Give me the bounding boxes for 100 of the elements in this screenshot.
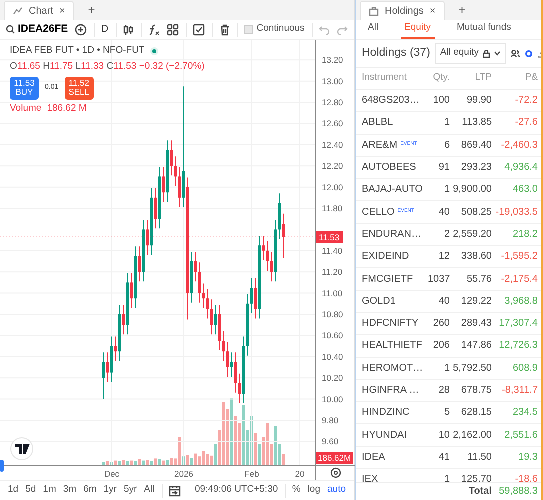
ltp-cell-text: 125.70 xyxy=(460,473,492,482)
search-icon xyxy=(6,25,15,34)
segment-tab[interactable]: All xyxy=(364,20,383,39)
instrument-name: EXIDEIND xyxy=(362,250,410,264)
instrument-name: ENDURAN… xyxy=(362,228,422,242)
qty-cell-text: 41 xyxy=(438,450,450,465)
circle-icon[interactable] xyxy=(524,50,533,58)
briefcase-icon xyxy=(369,6,379,16)
range-button[interactable]: 1m xyxy=(43,483,56,498)
calendar-icon[interactable] xyxy=(168,484,181,496)
price-label: 12.60 xyxy=(322,118,344,129)
price-label: 12.80 xyxy=(322,98,344,108)
qty-cell-text: 28 xyxy=(438,384,450,398)
date-label: 20 xyxy=(295,469,305,479)
pnl-cell-text: 12,726.3 xyxy=(498,339,538,354)
scale-toggle[interactable]: auto xyxy=(328,483,346,498)
range-button[interactable]: 5yr xyxy=(124,483,138,498)
ltp-cell-text: 113.85 xyxy=(461,116,492,130)
price-label: 12.20 xyxy=(322,161,344,172)
equity-filter-dropdown[interactable]: All equity xyxy=(435,43,506,64)
ltp-cell-text: 11.50 xyxy=(466,450,492,465)
column-header: Instrument xyxy=(362,71,408,86)
price-label: 10.80 xyxy=(322,310,344,320)
tab-title[interactable]: Chart xyxy=(29,4,54,18)
add-tab-button[interactable]: + xyxy=(88,1,96,19)
trash-icon[interactable] xyxy=(220,24,230,36)
add-tab-button[interactable]: + xyxy=(458,1,466,19)
ohlc-values: O11.65 H11.75 L11.33 C11.53 −0.32 (−2.70%) xyxy=(10,60,205,74)
price-label: 11.20 xyxy=(322,267,343,278)
layout-icon[interactable] xyxy=(167,24,180,36)
qty-cell-text: 1 xyxy=(443,116,450,130)
segment-tab[interactable]: Mutual funds xyxy=(452,20,516,39)
price-label: 11.00 xyxy=(322,288,343,298)
close-icon[interactable]: × xyxy=(430,4,436,18)
pnl-cell-text: -72.2 xyxy=(514,94,538,108)
qty-cell-text: 1 xyxy=(443,473,450,482)
date-label: Feb xyxy=(244,469,260,479)
ltp-cell-text: 338.60 xyxy=(460,250,492,264)
people-icon[interactable] xyxy=(510,50,520,58)
instrument-name: FMCGIETF xyxy=(362,272,414,287)
range-button[interactable]: 1d xyxy=(8,483,19,498)
instrument-name: HGINFRA … xyxy=(362,384,420,398)
price-label: 10.40 xyxy=(322,352,344,362)
range-button[interactable]: 1yr xyxy=(104,483,117,498)
qty-cell-text: 2 xyxy=(443,228,450,242)
continuous-checkbox[interactable]: Continuous xyxy=(244,22,305,37)
pnl-cell-text: 234.5 xyxy=(512,406,538,420)
price-label: 11.40 xyxy=(322,246,343,256)
candles-icon[interactable] xyxy=(122,24,134,36)
pnl-cell-text: 3,968.8 xyxy=(504,294,538,309)
pnl-cell-text: 17,307.4 xyxy=(498,317,538,332)
checkbox-icon[interactable] xyxy=(193,24,206,36)
add-symbol-icon[interactable] xyxy=(75,24,88,36)
scale-toggle[interactable]: % xyxy=(292,483,301,498)
price-badge: 11.53 xyxy=(316,231,343,244)
qty-cell-text: 260 xyxy=(432,317,450,332)
pnl-cell-text: 463.0 xyxy=(512,183,538,198)
price-label: 11.80 xyxy=(322,204,343,214)
range-button[interactable]: 3m xyxy=(63,483,77,498)
pnl-cell-text: -18.6 xyxy=(514,473,538,482)
ltp-cell-text: 129.22 xyxy=(460,294,492,309)
pnl-cell-text: -19,033.5 xyxy=(494,206,538,220)
range-button[interactable]: 5d xyxy=(26,483,36,498)
clock-time: 09:49:06 UTC+5:30 xyxy=(194,483,278,498)
symbol-search[interactable]: IDEA26FE xyxy=(6,22,68,38)
close-icon[interactable]: × xyxy=(59,4,66,18)
date-label: Dec xyxy=(104,469,120,479)
qty-cell-text: 10 xyxy=(438,428,450,443)
pnl-cell-text: -2,175.4 xyxy=(500,272,538,287)
scale-toggle[interactable]: log xyxy=(308,483,320,498)
qty-cell-text: 6 xyxy=(443,138,450,153)
ltp-cell-text: 55.76 xyxy=(466,272,492,287)
tab[interactable]: Holdings × xyxy=(360,1,445,20)
qty-cell-text: 40 xyxy=(438,294,450,309)
holdings-title: Holdings (37) xyxy=(362,46,430,61)
range-button[interactable]: All xyxy=(144,483,155,498)
function-icon[interactable] xyxy=(148,24,160,36)
price-label: 10.00 xyxy=(322,394,344,404)
pnl-cell-text: -1,595.2 xyxy=(500,250,538,264)
instrument-name: IDEA xyxy=(362,450,386,465)
ltp-cell-text: 678.75 xyxy=(460,384,492,398)
qty-cell-text: 100 xyxy=(432,94,450,108)
instrument-name: 648GS203… xyxy=(362,94,420,108)
tab[interactable]: Chart × xyxy=(4,1,74,20)
buy-button[interactable]: 11.53 BUY xyxy=(10,76,39,100)
qty-cell-text: 1 xyxy=(443,183,450,198)
ltp-cell-text: 289.43 xyxy=(460,317,492,332)
tab-title[interactable]: Holdings xyxy=(385,4,424,18)
instrument-name: IEX xyxy=(362,473,378,482)
range-button[interactable]: 6m xyxy=(84,483,97,498)
volume-label: Volume xyxy=(10,102,42,116)
ltp-cell-text: 147.86 xyxy=(460,339,492,354)
pnl-cell-text: 2,551.6 xyxy=(504,428,538,443)
pnl-cell-text: 608.9 xyxy=(512,362,538,376)
interval-button[interactable]: D xyxy=(101,22,109,37)
date-label: 2026 xyxy=(174,469,194,479)
column-header: Qty. xyxy=(432,71,450,86)
instrument-name: HINDZINC xyxy=(362,406,410,420)
instrument-name: ARE&M xyxy=(362,138,398,153)
ltp-cell-text: 5,792.50 xyxy=(452,362,492,376)
